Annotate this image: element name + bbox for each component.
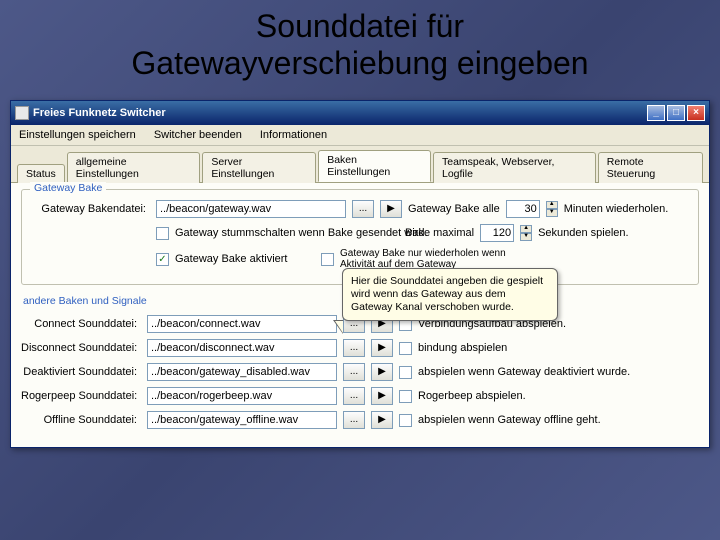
app-icon: [15, 106, 29, 120]
disconnect-checkbox[interactable]: [399, 342, 412, 355]
roger-suffix: Rogerbeep abspielen.: [418, 390, 526, 402]
bake-max-label: Bake maximal: [405, 227, 474, 239]
roger-checkbox[interactable]: [399, 390, 412, 403]
slide-title-l1: Sounddatei für: [256, 8, 464, 44]
bake-file-input[interactable]: [156, 200, 346, 218]
bake-every-unit: Minuten wiederholen.: [564, 203, 669, 215]
menu-information[interactable]: Informationen: [260, 129, 327, 141]
disconnect-input[interactable]: [147, 339, 337, 357]
disconnect-label: Disconnect Sounddatei:: [21, 342, 141, 354]
menu-quit-switcher[interactable]: Switcher beenden: [154, 129, 242, 141]
bake-browse-button[interactable]: ...: [352, 200, 374, 218]
disabled-input[interactable]: [147, 363, 337, 381]
bake-file-label: Gateway Bakendatei:: [30, 203, 150, 215]
repeat-only-checkbox[interactable]: [321, 253, 334, 266]
offline-browse-button[interactable]: ...: [343, 411, 365, 429]
bake-max-unit: Sekunden spielen.: [538, 227, 629, 239]
disconnect-play-button[interactable]: ▶: [371, 339, 393, 357]
bake-active-checkbox[interactable]: ✓: [156, 253, 169, 266]
disabled-browse-button[interactable]: ...: [343, 363, 365, 381]
tab-beacon[interactable]: Baken Einstellungen: [318, 150, 431, 182]
tooltip-text: Hier die Sounddatei angeben die gespielt…: [351, 275, 543, 313]
offline-input[interactable]: [147, 411, 337, 429]
roger-input[interactable]: [147, 387, 337, 405]
bake-every-input[interactable]: [506, 200, 540, 218]
offline-checkbox[interactable]: [399, 414, 412, 427]
disabled-label: Deaktiviert Sounddatei:: [21, 366, 141, 378]
disabled-checkbox[interactable]: [399, 366, 412, 379]
connect-input[interactable]: [147, 315, 337, 333]
bake-play-button[interactable]: ▶: [380, 200, 402, 218]
window-title: Freies Funknetz Switcher: [33, 107, 645, 119]
menu-save-settings[interactable]: Einstellungen speichern: [19, 129, 136, 141]
disabled-suffix: abspielen wenn Gateway deaktiviert wurde…: [418, 366, 630, 378]
disconnect-browse-button[interactable]: ...: [343, 339, 365, 357]
tab-status[interactable]: Status: [17, 164, 65, 183]
mute-label: Gateway stummschalten wenn Bake gesendet…: [175, 227, 399, 239]
menubar: Einstellungen speichern Switcher beenden…: [11, 125, 709, 146]
offline-play-button[interactable]: ▶: [371, 411, 393, 429]
tabstrip: Status allgemeine Einstellungen Server E…: [11, 146, 709, 183]
tab-server[interactable]: Server Einstellungen: [202, 152, 316, 183]
repeat-only-label: Gateway Bake nur wiederholen wenn Aktivi…: [340, 248, 506, 270]
tooltip-callout: Hier die Sounddatei angeben die gespielt…: [342, 268, 558, 321]
slide-title-l2: Gatewayverschiebung eingeben: [131, 45, 588, 81]
tab-teamspeak[interactable]: Teamspeak, Webserver, Logfile: [433, 152, 596, 183]
bake-every-spinner[interactable]: ▲▼: [546, 201, 558, 217]
disconnect-suffix: bindung abspielen: [418, 342, 507, 354]
bake-active-label: Gateway Bake aktiviert: [175, 253, 315, 265]
tooltip-tail-icon: [333, 320, 343, 334]
bake-max-input[interactable]: [480, 224, 514, 242]
titlebar[interactable]: Freies Funknetz Switcher _ □ ×: [11, 101, 709, 125]
connect-label: Connect Sounddatei:: [21, 318, 141, 330]
roger-play-button[interactable]: ▶: [371, 387, 393, 405]
minimize-button[interactable]: _: [647, 105, 665, 121]
tab-general[interactable]: allgemeine Einstellungen: [67, 152, 201, 183]
maximize-button[interactable]: □: [667, 105, 685, 121]
roger-browse-button[interactable]: ...: [343, 387, 365, 405]
slide-title: Sounddatei für Gatewayverschiebung einge…: [0, 0, 720, 96]
close-button[interactable]: ×: [687, 105, 705, 121]
offline-suffix: abspielen wenn Gateway offline geht.: [418, 414, 601, 426]
bake-max-spinner[interactable]: ▲▼: [520, 225, 532, 241]
mute-checkbox[interactable]: [156, 227, 169, 240]
bake-every-label: Gateway Bake alle: [408, 203, 500, 215]
tab-remote[interactable]: Remote Steuerung: [598, 152, 703, 183]
disabled-play-button[interactable]: ▶: [371, 363, 393, 381]
group-gateway-bake-title: Gateway Bake: [30, 182, 106, 194]
roger-label: Rogerpeep Sounddatei:: [21, 390, 141, 402]
offline-label: Offline Sounddatei:: [21, 414, 141, 426]
